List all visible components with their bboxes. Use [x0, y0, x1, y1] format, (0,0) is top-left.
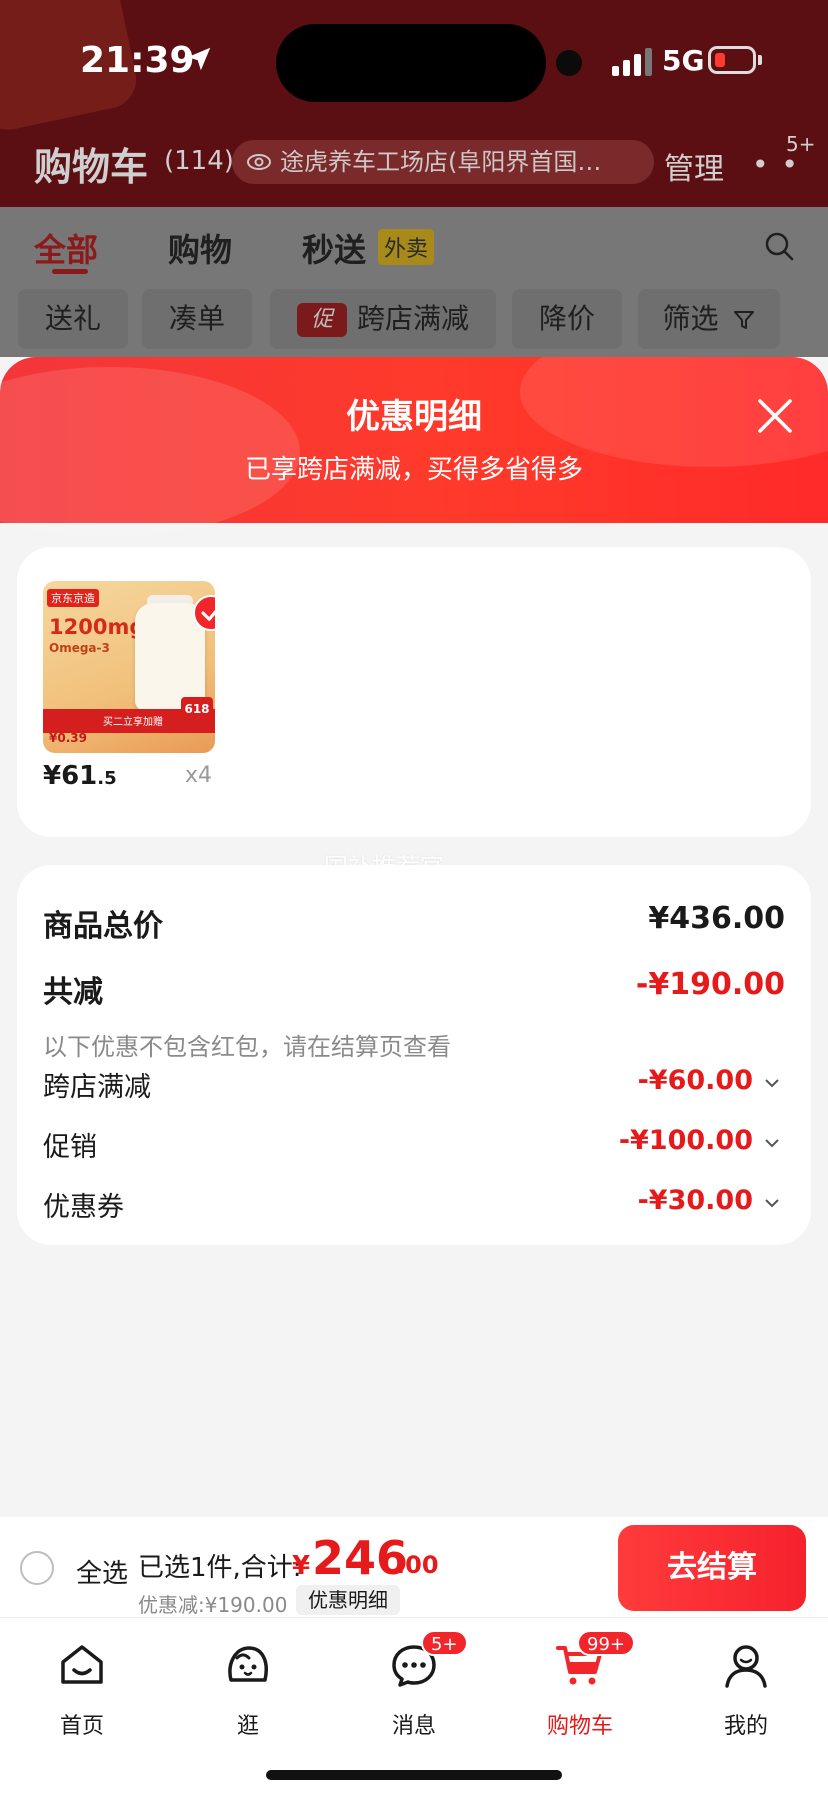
- discount-detail-sheet: 优惠明细 已享跨店满减，买得多省得多 京东京造 1200mg Omega-3 买…: [0, 357, 828, 1517]
- summary-card: 商品总价 ¥436.00 共减 -¥190.00 以下优惠不包含红包，请在结算页…: [17, 865, 811, 1245]
- discount-label-promotion: 促销: [43, 1132, 97, 1163]
- promo-badge: 促: [296, 303, 347, 337]
- product-unit-price: ¥0.39: [49, 731, 87, 745]
- chip-filter[interactable]: 筛选: [638, 289, 780, 349]
- total-currency: ¥: [292, 1551, 311, 1581]
- reduce-label: 共减: [43, 975, 103, 1010]
- chevron-down-icon[interactable]: [763, 1137, 781, 1149]
- nav-home[interactable]: 首页: [27, 1628, 137, 1739]
- network-type: 5G: [662, 44, 705, 77]
- cart-header: 购物车 (114) 途虎养车工场店(阜阳界首国… 管理 • • 5+: [0, 128, 828, 192]
- tab-underline: [52, 269, 88, 274]
- tab-express[interactable]: 秒送: [302, 225, 366, 271]
- product-promo-text: 买二立享加赠: [103, 717, 163, 728]
- sheet-subtitle: 已享跨店满减，买得多省得多: [244, 455, 583, 485]
- discount-value-coupon[interactable]: -¥30.00: [638, 1185, 753, 1216]
- discount-value-promotion[interactable]: -¥100.00: [619, 1125, 753, 1156]
- product-card: 京东京造 1200mg Omega-3 买二立享加赠 618 ¥0.39 ¥61…: [17, 547, 811, 837]
- discount-detail-button[interactable]: 优惠明细: [296, 1585, 400, 1615]
- profile-icon: [725, 1645, 767, 1688]
- close-icon[interactable]: [752, 393, 798, 439]
- product-dose: 1200mg: [49, 615, 145, 639]
- tab-shopping[interactable]: 购物: [168, 225, 232, 271]
- discount-amount: 优惠减:¥190.00: [138, 1593, 288, 1617]
- selected-count: 已选1件,合计:: [138, 1553, 302, 1583]
- promo-618-tag: 618: [181, 697, 213, 721]
- total-label: 商品总价: [43, 909, 163, 944]
- cart-tabs-area: 全部 购物 秒送 外卖 送礼 凑单 促跨店满减 降价 筛选: [0, 207, 828, 357]
- chip-cross-store-label: 跨店满减: [356, 302, 469, 335]
- total-decimal: .00: [396, 1551, 439, 1579]
- select-all-checkbox[interactable]: [20, 1551, 54, 1585]
- reduce-value: -¥190.00: [635, 967, 785, 1002]
- chip-filter-label: 筛选: [662, 302, 719, 335]
- bottom-nav: 首页 逛 5+ 消息 99+ 购物车 我的: [0, 1617, 828, 1796]
- store-address-pill[interactable]: 途虎养车工场店(阜阳界首国…: [232, 140, 654, 184]
- nav-cart[interactable]: 99+ 购物车: [525, 1628, 635, 1739]
- cart-count: (114): [164, 146, 234, 176]
- nav-cart-label: 购物车: [546, 1714, 613, 1739]
- signal-icon: [612, 48, 652, 76]
- chevron-down-icon[interactable]: [763, 1197, 781, 1209]
- product-image[interactable]: 京东京造 1200mg Omega-3 买二立享加赠 618 ¥0.39: [43, 581, 215, 753]
- discount-label-cross-store: 跨店满减: [43, 1072, 151, 1103]
- chip-combine[interactable]: 凑单: [142, 289, 252, 349]
- home-icon: [61, 1645, 103, 1684]
- waimai-badge: 外卖: [378, 229, 435, 265]
- nav-explore[interactable]: 逛: [193, 1628, 303, 1739]
- store-address-text: 途虎养车工场店(阜阳界首国…: [280, 148, 602, 176]
- product-name-on-image: Omega-3: [49, 641, 110, 655]
- chip-price-drop[interactable]: 降价: [512, 289, 622, 349]
- product-price-dec: .5: [97, 768, 117, 789]
- messages-badge: 5+: [421, 1630, 468, 1656]
- sheet-title: 优惠明细: [346, 397, 482, 437]
- product-price: ¥61.5: [43, 761, 117, 791]
- manage-button[interactable]: 管理: [664, 144, 724, 188]
- checkout-bar: 全选 已选1件,合计: ¥ 246 .00 优惠减:¥190.00 优惠明细 去…: [0, 1517, 828, 1617]
- explore-icon: [228, 1646, 268, 1682]
- product-brand-tag: 京东京造: [47, 589, 99, 607]
- cart-title: 购物车: [34, 145, 149, 189]
- chip-cross-store[interactable]: 促跨店满减: [270, 289, 496, 349]
- status-bar: 21:39 5G: [0, 0, 828, 120]
- reduce-note: 以下优惠不包含红包，请在结算页查看: [43, 1033, 451, 1061]
- status-time: 21:39: [80, 40, 195, 81]
- nav-explore-label: 逛: [236, 1714, 259, 1739]
- battery-icon: [708, 46, 756, 74]
- eye-icon: [247, 154, 271, 170]
- nav-messages[interactable]: 5+ 消息: [359, 1628, 469, 1739]
- checkout-button[interactable]: 去结算: [618, 1525, 806, 1611]
- location-arrow-icon: [187, 47, 211, 71]
- select-all-label[interactable]: 全选: [76, 1553, 128, 1590]
- more-badge: 5+: [786, 132, 816, 156]
- camera-dot: [556, 50, 582, 76]
- nav-profile[interactable]: 我的: [691, 1628, 801, 1739]
- sheet-header: 优惠明细 已享跨店满减，买得多省得多: [0, 357, 828, 537]
- nav-profile-label: 我的: [723, 1714, 768, 1739]
- nav-messages-label: 消息: [391, 1714, 436, 1739]
- discount-value-cross-store[interactable]: -¥60.00: [638, 1065, 753, 1096]
- chevron-down-icon[interactable]: [763, 1077, 781, 1089]
- nav-home-label: 首页: [59, 1714, 104, 1739]
- home-indicator: [266, 1770, 562, 1780]
- total-value: ¥436.00: [648, 901, 785, 936]
- chip-gift[interactable]: 送礼: [18, 289, 128, 349]
- discount-label-coupon: 优惠券: [43, 1192, 124, 1223]
- total-amount: 246: [312, 1531, 409, 1585]
- cart-badge: 99+: [577, 1630, 635, 1656]
- filter-icon: [734, 311, 755, 329]
- battery-cap: [758, 55, 762, 65]
- product-quantity: x4: [185, 763, 213, 788]
- search-icon[interactable]: [764, 231, 794, 261]
- product-price-int: ¥61: [43, 761, 98, 791]
- dynamic-island: [276, 24, 546, 102]
- tab-all[interactable]: 全部: [34, 225, 98, 271]
